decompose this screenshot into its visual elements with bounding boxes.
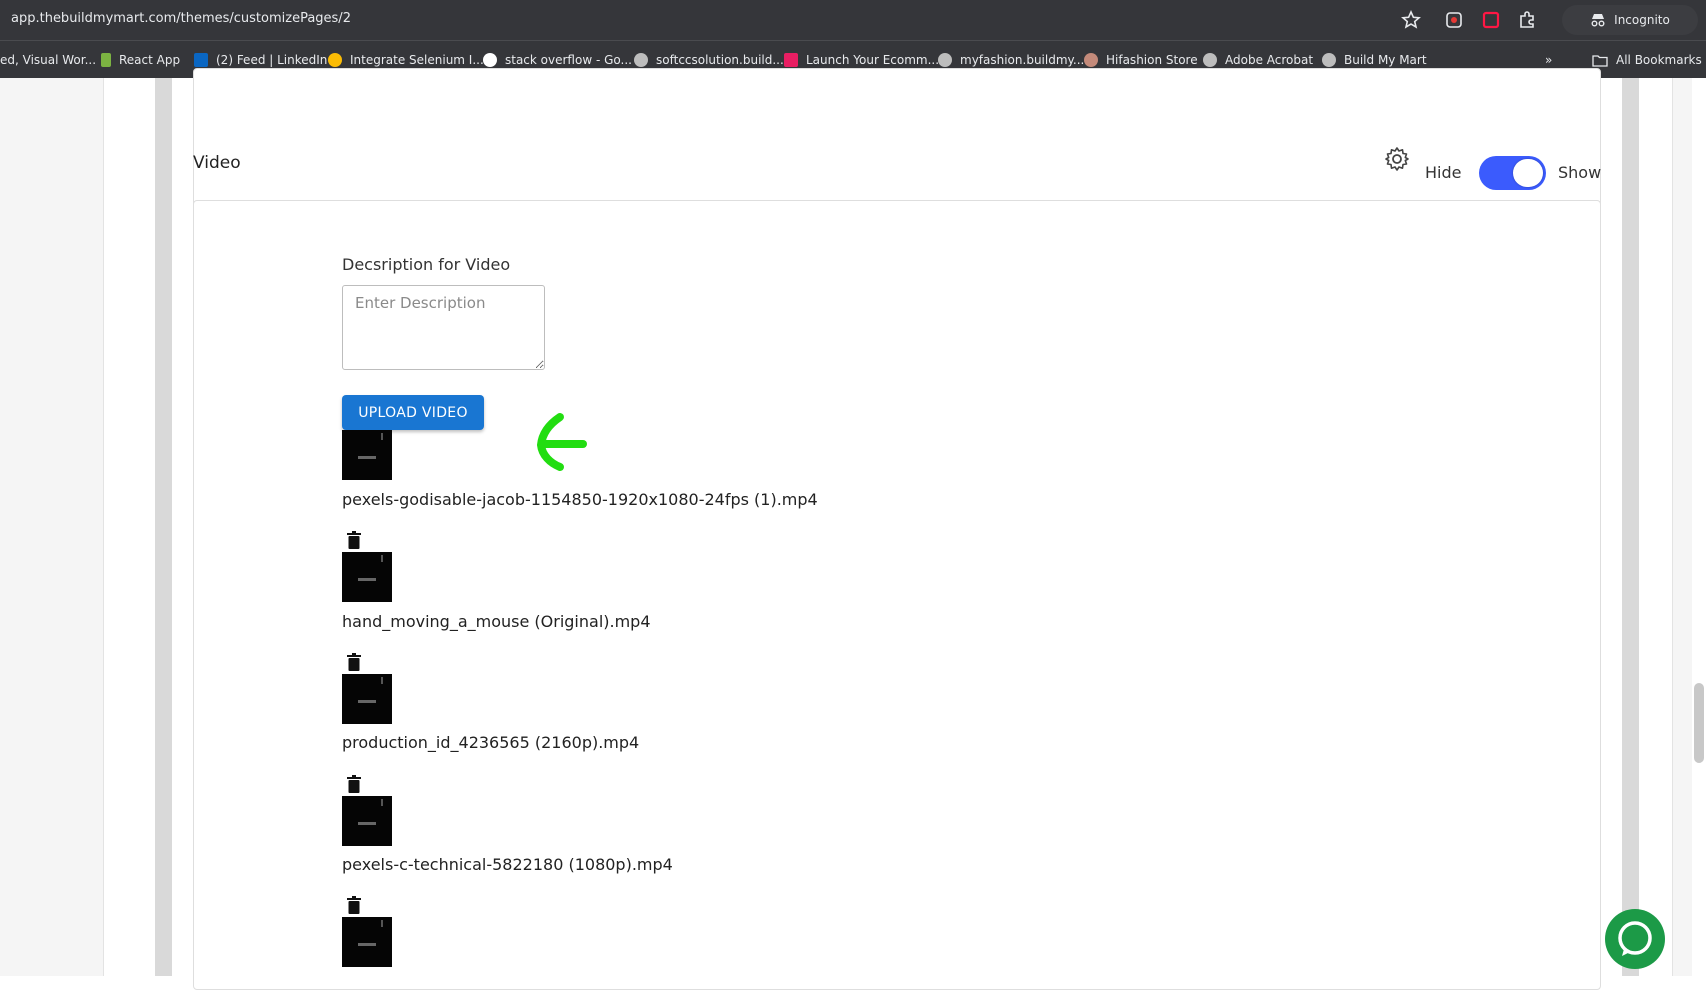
- browser-toolbar: app.thebuildmymart.com/themes/customizeP…: [0, 0, 1706, 40]
- bookmark-item[interactable]: Integrate Selenium I...: [328, 51, 484, 69]
- thumb-mark: [381, 677, 383, 684]
- chat-widget-button[interactable]: [1605, 909, 1665, 969]
- chat-bubble-icon: [1618, 921, 1652, 956]
- video-filename: production_id_4236565 (2160p).mp4: [342, 733, 640, 752]
- bookmarks-overflow-button[interactable]: »: [1545, 51, 1552, 69]
- trash-icon[interactable]: [346, 653, 362, 671]
- bookmark-item[interactable]: softccsolution.build...: [634, 51, 784, 69]
- all-bookmarks-label: All Bookmarks: [1616, 53, 1702, 67]
- bookmark-item[interactable]: (2) Feed | LinkedIn: [194, 51, 327, 69]
- green-arrow-annotation: [536, 413, 587, 471]
- bookmark-label: React App: [119, 53, 181, 67]
- launch-icon: [784, 53, 798, 67]
- scrollbar-track[interactable]: [1692, 78, 1706, 976]
- video-thumbnail[interactable]: [342, 674, 392, 724]
- thumb-mark: [381, 920, 383, 927]
- section-title: Video: [193, 153, 241, 173]
- thumb-bar: [358, 822, 376, 825]
- video-filename: hand_moving_a_mouse (Original).mp4: [342, 612, 651, 631]
- right-sidebar: [1672, 78, 1692, 976]
- bookmark-item[interactable]: stack overflow - Go...: [483, 51, 632, 69]
- bookmark-label: Launch Your Ecomm...: [806, 53, 940, 67]
- trash-icon[interactable]: [346, 896, 362, 914]
- scrollbar-thumb[interactable]: [1694, 683, 1704, 763]
- bookmark-item[interactable]: Launch Your Ecomm...: [784, 51, 939, 69]
- bookmark-item[interactable]: React App: [101, 51, 180, 69]
- thumb-bar: [358, 456, 376, 459]
- thumb-bar: [358, 943, 376, 946]
- globe-icon: [1322, 53, 1336, 67]
- video-thumbnail[interactable]: [342, 552, 392, 602]
- bookmark-label: stack overflow - Go...: [505, 53, 632, 67]
- right-gutter: [1622, 78, 1639, 976]
- thumb-bar: [358, 578, 376, 581]
- video-thumbnail[interactable]: [342, 917, 392, 967]
- bookmark-label: Build My Mart: [1344, 53, 1427, 67]
- left-sidebar: [0, 78, 104, 976]
- globe-icon: [634, 53, 648, 67]
- incognito-icon: [1591, 14, 1605, 27]
- bookmark-label: Integrate Selenium I...: [350, 53, 484, 67]
- chevron-double-right-icon: »: [1545, 53, 1553, 67]
- bookmark-label: (2) Feed | LinkedIn: [216, 53, 328, 67]
- bookmark-label: Hifashion Store: [1106, 53, 1198, 67]
- extension-red-square-icon[interactable]: [1481, 10, 1501, 30]
- all-bookmarks-button[interactable]: All Bookmarks: [1592, 51, 1702, 69]
- thumb-mark: [381, 433, 383, 440]
- video-thumbnail[interactable]: [342, 796, 392, 846]
- star-icon[interactable]: [1401, 10, 1421, 30]
- description-label: Decsription for Video: [342, 255, 511, 274]
- left-gutter: [155, 78, 172, 976]
- incognito-badge[interactable]: Incognito: [1562, 5, 1698, 35]
- video-thumbnail[interactable]: [342, 430, 392, 480]
- trash-icon[interactable]: [346, 531, 362, 549]
- upload-video-button[interactable]: UPLOAD VIDEO: [342, 395, 484, 430]
- folder-icon: [1592, 54, 1608, 67]
- bookmark-item[interactable]: Hifashion Store: [1084, 51, 1198, 69]
- address-bar[interactable]: app.thebuildmymart.com/themes/customizeP…: [11, 11, 351, 26]
- bookmark-item[interactable]: ed, Visual Wor...: [0, 51, 96, 69]
- toggle-knob[interactable]: [1513, 159, 1543, 187]
- trash-icon[interactable]: [346, 775, 362, 793]
- gear-icon[interactable]: [1384, 146, 1410, 172]
- integrate-icon: [328, 53, 342, 67]
- incognito-label: Incognito: [1614, 13, 1670, 27]
- show-label: Show: [1558, 163, 1602, 182]
- linkedin-icon: [194, 53, 208, 67]
- description-input[interactable]: [342, 285, 545, 370]
- video-filename: pexels-c-technical-5822180 (1080p).mp4: [342, 855, 673, 874]
- bookmark-item[interactable]: myfashion.buildmy...: [938, 51, 1084, 69]
- bookmark-label: Adobe Acrobat: [1225, 53, 1314, 67]
- thumb-mark: [381, 555, 383, 562]
- thumb-bar: [358, 700, 376, 703]
- google-icon: [483, 53, 497, 67]
- react-app-icon: [101, 53, 111, 67]
- previous-section-card: [193, 68, 1601, 207]
- bookmark-item[interactable]: Adobe Acrobat: [1203, 51, 1313, 69]
- extensions-puzzle-icon[interactable]: [1517, 10, 1537, 30]
- globe-icon: [1203, 53, 1217, 67]
- globe-icon: [938, 53, 952, 67]
- page-viewport: Video Hide Show Decsription for Video UP…: [0, 68, 1706, 990]
- extension-screenshot-icon[interactable]: [1444, 10, 1464, 30]
- video-filename: pexels-godisable-jacob-1154850-1920x1080…: [342, 490, 818, 509]
- bookmark-label: ed, Visual Wor...: [0, 53, 97, 67]
- bookmark-item[interactable]: Build My Mart: [1322, 51, 1427, 69]
- hide-label: Hide: [1425, 163, 1462, 182]
- bookmark-label: softccsolution.build...: [656, 53, 784, 67]
- bookmark-label: myfashion.buildmy...: [960, 53, 1085, 67]
- thumb-mark: [381, 799, 383, 806]
- hifashion-icon: [1084, 53, 1098, 67]
